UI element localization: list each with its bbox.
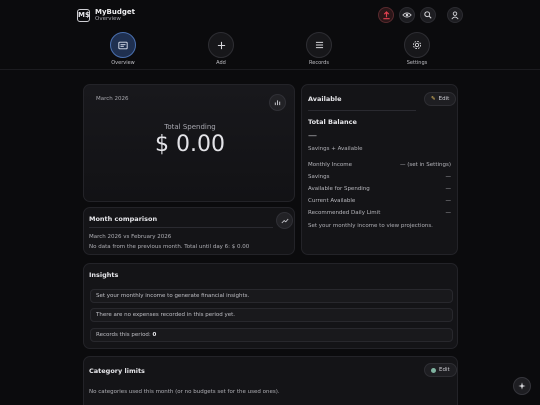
pencil-icon: ✎ <box>431 96 436 102</box>
available-row-value: — <box>445 210 452 216</box>
insight-item: There are no expenses recorded in this p… <box>90 308 453 322</box>
app-title: MyBudget <box>95 8 135 16</box>
month-label: March 2026 <box>96 96 129 102</box>
available-row-label: Available for Spending <box>308 186 370 192</box>
available-row: Monthly Income — (set in Settings) <box>308 162 451 168</box>
nav-add[interactable]: Add <box>201 32 241 66</box>
available-row: Recommended Daily Limit — <box>308 210 451 216</box>
limits-title: Category limits <box>89 367 145 375</box>
main-nav: Overview Add Records Settings <box>0 30 540 70</box>
comparison-title: Month comparison <box>89 215 158 223</box>
balance-hint: Savings + Available <box>308 146 363 152</box>
nav-records[interactable]: Records <box>299 32 339 66</box>
list-icon <box>315 41 323 49</box>
user-icon <box>451 10 459 19</box>
search-button[interactable] <box>420 7 436 23</box>
comparison-divider <box>89 227 273 228</box>
profile-button[interactable] <box>447 7 463 23</box>
limits-edit-label: Edit <box>439 367 450 373</box>
insights-title: Insights <box>89 271 119 279</box>
available-card: Available ✎ Edit Total Balance — Savings… <box>301 84 458 255</box>
category-limits-card: Category limits Edit No categories used … <box>83 356 458 405</box>
nav-settings-label: Settings <box>406 60 428 66</box>
records-count: 0 <box>152 332 157 338</box>
limits-edit-button[interactable]: Edit <box>424 363 457 377</box>
upload-icon <box>382 10 390 19</box>
total-spending-label: Total Spending <box>164 123 216 131</box>
month-comparison-card: Month comparison March 2026 vs February … <box>83 207 295 255</box>
projection-note: Set your monthly income to view projecti… <box>308 223 433 229</box>
available-row-label: Savings <box>308 174 330 180</box>
status-dot-icon <box>431 367 436 373</box>
nav-overview[interactable]: Overview <box>103 32 143 66</box>
nav-add-label: Add <box>216 60 226 66</box>
eye-icon <box>402 12 412 18</box>
app-logo: M$ <box>77 9 90 22</box>
total-balance-label: Total Balance <box>308 118 357 126</box>
available-title: Available <box>308 95 342 103</box>
available-row-label: Recommended Daily Limit <box>308 210 381 216</box>
available-edit-label: Edit <box>438 96 450 102</box>
insight-item-records: Records this period: 0 <box>90 328 453 342</box>
total-spending-value: $ 0.00 <box>155 132 225 157</box>
sparkle-icon <box>518 382 526 390</box>
records-label: Records this period: <box>96 332 153 338</box>
chart-view-button[interactable] <box>269 94 286 111</box>
nav-settings[interactable]: Settings <box>397 32 437 66</box>
plus-icon <box>217 41 225 49</box>
available-row-value: — <box>445 174 452 180</box>
nav-records-button[interactable] <box>306 32 332 58</box>
available-divider <box>308 110 416 111</box>
insights-card: Insights Set your monthly income to gene… <box>83 263 458 349</box>
floating-action-button[interactable] <box>513 377 531 395</box>
search-icon <box>424 11 432 19</box>
available-row-label: Monthly Income <box>308 162 353 168</box>
nav-records-label: Records <box>309 60 329 66</box>
bar-chart-icon <box>274 100 281 106</box>
nav-overview-label: Overview <box>111 60 135 66</box>
app-subtitle: Overview <box>95 16 121 22</box>
available-row: Current Available — <box>308 198 451 204</box>
total-balance-value: — <box>308 131 317 141</box>
export-button[interactable] <box>378 7 394 23</box>
comparison-detail: No data from the previous month. Total u… <box>89 244 250 250</box>
available-row: Available for Spending — <box>308 186 451 192</box>
trend-button[interactable] <box>276 212 293 229</box>
available-row-value: — <box>445 198 452 204</box>
app-header: M$ MyBudget Overview <box>0 0 540 30</box>
toggle-visibility-button[interactable] <box>399 7 415 23</box>
overview-icon <box>118 41 128 49</box>
available-row-value: — (set in Settings) <box>399 162 451 168</box>
insight-item: Set your monthly income to generate fina… <box>90 289 453 303</box>
nav-overview-button[interactable] <box>110 32 136 58</box>
gear-icon <box>412 40 422 50</box>
available-edit-button[interactable]: ✎ Edit <box>424 92 457 106</box>
nav-add-button[interactable] <box>208 32 234 58</box>
limits-empty-text: No categories used this month (or no bud… <box>89 389 280 395</box>
available-row: Savings — <box>308 174 451 180</box>
comparison-period: March 2026 vs February 2026 <box>89 234 172 240</box>
available-row-value: — <box>445 186 452 192</box>
trend-icon <box>280 218 289 223</box>
spending-card: March 2026 Total Spending $ 0.00 <box>83 84 295 202</box>
nav-settings-button[interactable] <box>404 32 430 58</box>
available-row-label: Current Available <box>308 198 356 204</box>
